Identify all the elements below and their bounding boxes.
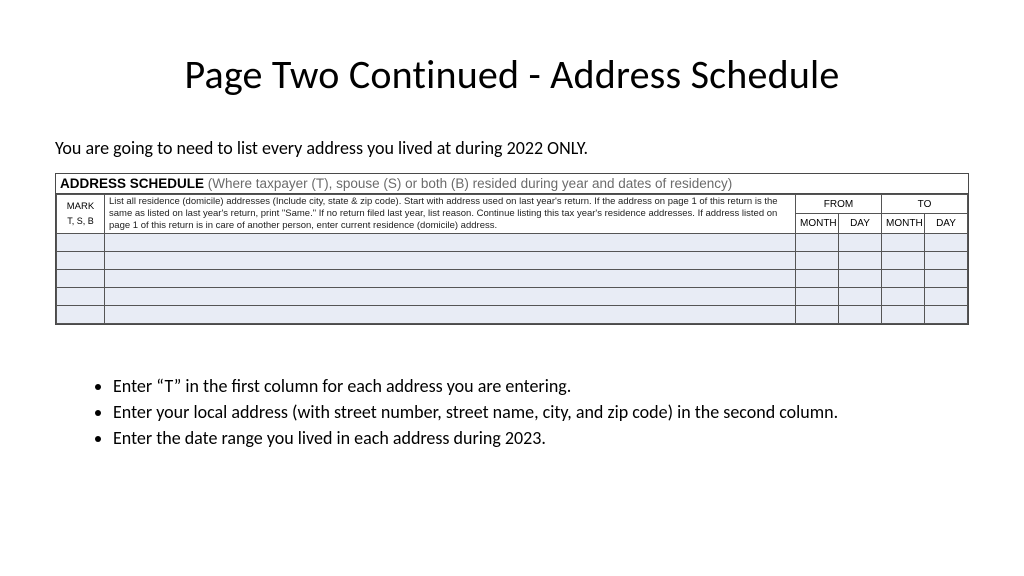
col-header-to-day: DAY [925,214,968,233]
schedule-heading: ADDRESS SCHEDULE (Where taxpayer (T), sp… [56,174,968,194]
col-header-from: FROM [795,195,881,214]
col-header-from-month: MONTH [795,214,838,233]
address-schedule-box: ADDRESS SCHEDULE (Where taxpayer (T), sp… [55,173,969,325]
list-item: Enter “T” in the first column for each a… [113,373,969,399]
table-row [57,287,968,305]
schedule-heading-paren: (Where taxpayer (T), spouse (S) or both … [208,176,732,191]
table-row [57,233,968,251]
description-instructions: List all residence (domicile) addresses … [109,196,791,232]
table-row [57,251,968,269]
schedule-heading-strong: ADDRESS SCHEDULE [60,176,204,191]
list-item: Enter your local address (with street nu… [113,399,969,425]
intro-text: You are going to need to list every addr… [55,137,969,159]
col-header-from-day: DAY [838,214,881,233]
list-item: Enter the date range you lived in each a… [113,425,969,451]
col-header-to-month: MONTH [882,214,925,233]
mark-label-bottom: T, S, B [61,216,100,226]
address-schedule-table: MARK T, S, B List all residence (domicil… [56,194,968,324]
page-title: Page Two Continued - Address Schedule [55,50,969,99]
table-row [57,269,968,287]
col-header-to: TO [882,195,968,214]
col-header-mark: MARK T, S, B [57,195,105,234]
instruction-list: Enter “T” in the first column for each a… [55,373,969,451]
col-header-description: List all residence (domicile) addresses … [105,195,796,234]
table-row [57,305,968,323]
mark-label-top: MARK [61,201,100,212]
